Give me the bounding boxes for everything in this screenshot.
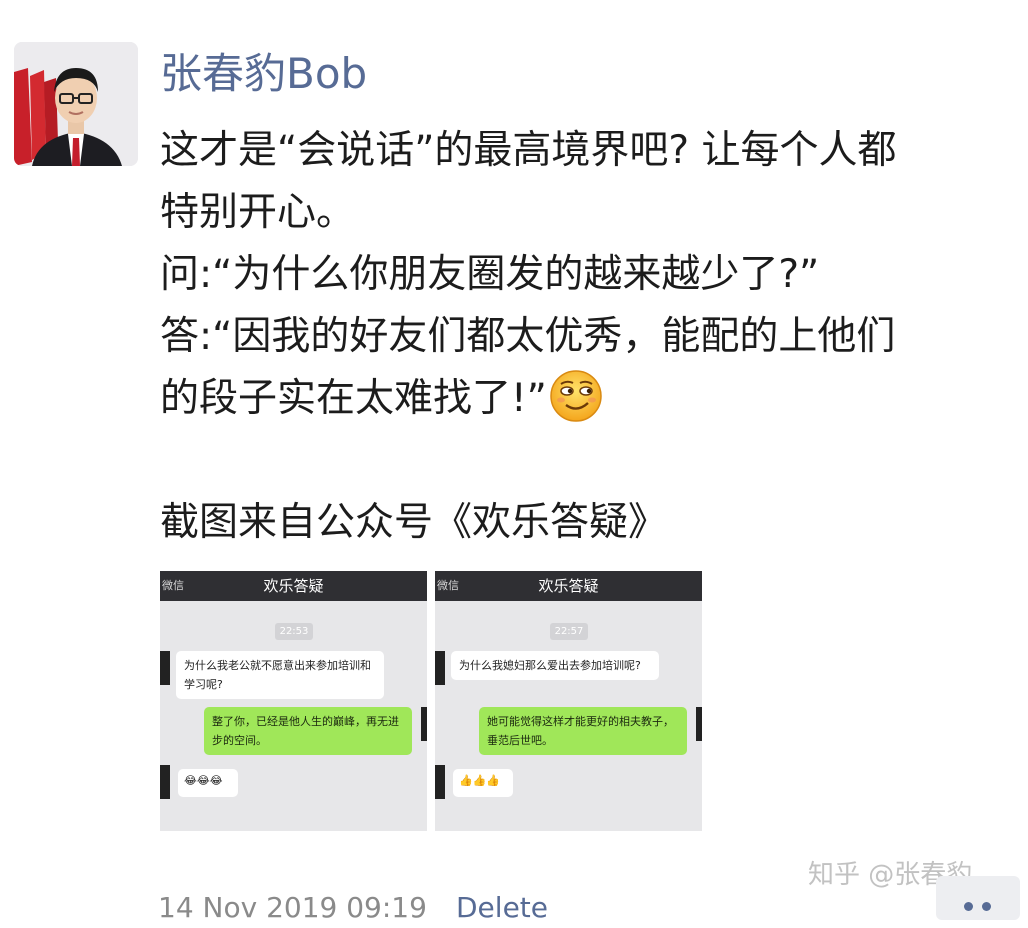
dot — [982, 902, 991, 911]
dot — [964, 902, 973, 911]
post-line-text: 的段子实在太难找了!” — [160, 376, 547, 421]
answer-bubble: 她可能觉得这样才能更好的相夫教子，垂范后世吧。 — [479, 707, 687, 755]
chat-title: 欢乐答疑 — [538, 577, 599, 595]
more-button[interactable] — [936, 876, 1020, 920]
post-timestamp: 14 Nov 2019 09:19 — [158, 891, 427, 924]
post-line-with-emoji: 的段子实在太难找了!” — [160, 368, 1022, 430]
chat-header: 微信 欢乐答疑 — [435, 571, 702, 601]
reaction-emojis: 👍👍👍 — [459, 774, 501, 787]
chat-avatar — [160, 765, 170, 799]
delete-link[interactable]: Delete — [456, 888, 548, 928]
post-line: 特别开心。 — [160, 190, 356, 235]
avatar-photo — [14, 42, 138, 166]
chat-avatar — [696, 707, 702, 741]
avatar[interactable] — [14, 42, 138, 166]
reaction-emojis: 😂😂😂 — [184, 774, 223, 787]
chat-title: 欢乐答疑 — [263, 577, 324, 595]
chat-avatar — [435, 651, 445, 685]
source-line: 截图来自公众号《欢乐答疑》 — [160, 500, 668, 545]
reaction-bubble: 😂😂😂 — [178, 769, 238, 797]
chat-avatar — [421, 707, 427, 741]
post-line: 问:“为什么你朋友圈发的越来越少了?” — [160, 252, 820, 297]
post-image-2[interactable]: 微信 欢乐答疑 22:57 为什么我媳妇那么爱出去参加培训呢? 她可能觉得这样才… — [435, 571, 702, 831]
reaction-bubble: 👍👍👍 — [453, 769, 513, 797]
chat-header: 微信 欢乐答疑 — [160, 571, 427, 601]
chat-time: 22:53 — [275, 623, 313, 640]
chat-avatar — [160, 651, 170, 685]
author-name[interactable]: 张春豹Bob — [160, 46, 367, 102]
post-line: 答:“因我的好友们都太优秀，能配的上他们 — [160, 314, 896, 359]
question-bubble: 为什么我老公就不愿意出来参加培训和学习呢? — [176, 651, 384, 699]
smirk-emoji-icon — [549, 369, 603, 423]
chat-time: 22:57 — [550, 623, 588, 640]
post-text: 这才是“会说话”的最高境界吧? 让每个人都 特别开心。 问:“为什么你朋友圈发的… — [160, 120, 1022, 554]
post-image-1[interactable]: 微信 欢乐答疑 22:53 为什么我老公就不愿意出来参加培训和学习呢? 整了你，… — [160, 571, 427, 831]
question-bubble: 为什么我媳妇那么爱出去参加培训呢? — [451, 651, 659, 680]
post-line: 这才是“会说话”的最高境界吧? 让每个人都 — [160, 128, 897, 173]
answer-bubble: 整了你，已经是他人生的巅峰，再无进步的空间。 — [204, 707, 412, 755]
chat-avatar — [435, 765, 445, 799]
